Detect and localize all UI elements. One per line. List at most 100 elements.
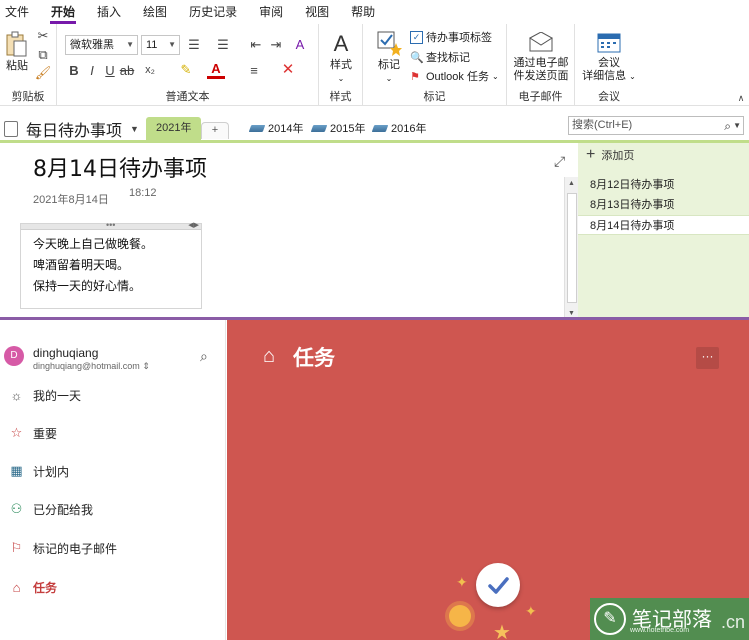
meetings-label-line1[interactable]: 会议 [577, 57, 641, 70]
add-page-label: 添加页 [601, 150, 635, 162]
paste-label[interactable]: 粘贴 [3, 60, 31, 73]
nav-label: 已分配给我 [33, 502, 94, 517]
font-color-icon[interactable]: A [207, 61, 225, 79]
nav-tasks[interactable]: ⌂ 任务 [0, 573, 225, 601]
subscript-icon[interactable]: x₂ [141, 62, 159, 78]
bold-icon[interactable]: B [67, 62, 81, 78]
add-section-button[interactable]: + [201, 122, 229, 139]
search-placeholder: 搜索(Ctrl+E) [572, 119, 633, 131]
section-group-2016[interactable]: 2016年 [371, 120, 426, 136]
checkmark-illustration [476, 563, 520, 607]
delete-icon[interactable]: ✕ [279, 60, 297, 78]
font-size-value: 11 [146, 39, 158, 51]
tab-file[interactable]: 文件 [0, 0, 40, 24]
expand-icon[interactable]: ⤢ [554, 153, 565, 170]
scroll-up-icon[interactable]: ▲ [565, 177, 578, 190]
underline-icon[interactable]: U [103, 62, 117, 78]
tab-home[interactable]: 开始 [40, 0, 86, 24]
email-group-label: 电子邮件 [518, 91, 563, 103]
nav-planned[interactable]: ▦ 计划内 [0, 457, 225, 485]
tab-help[interactable]: 帮助 [340, 0, 386, 24]
checkbox-icon: ✓ [410, 30, 423, 44]
copy-icon[interactable]: ⧉ [36, 47, 50, 62]
cut-icon[interactable]: ✂ [36, 28, 50, 43]
search-icon[interactable]: ⌕ [200, 348, 208, 365]
chevron-down-icon: ▼ [168, 40, 176, 49]
italic-icon[interactable]: I [85, 62, 99, 78]
flag-icon: ⚑ [410, 70, 420, 83]
find-tags-label: 查找标记 [426, 52, 470, 64]
tab-insert[interactable]: 插入 [86, 0, 132, 24]
paste-icon[interactable] [4, 30, 30, 60]
find-tags-button[interactable]: 🔍 查找标记 [410, 49, 470, 65]
meetings-label-line2[interactable]: 详细信息 ⌄ [577, 70, 641, 83]
section-group-2015[interactable]: 2015年 [310, 120, 365, 136]
tab-review[interactable]: 审阅 [248, 0, 294, 24]
highlight-icon[interactable]: ✎ [177, 61, 195, 79]
tag-label[interactable]: 标记 [373, 59, 405, 72]
decrease-indent-icon[interactable]: ⇤ [248, 36, 264, 54]
collapse-ribbon-icon[interactable]: ∧ [735, 92, 747, 104]
strikethrough-icon[interactable]: ab [120, 62, 134, 78]
todo-tag-button[interactable]: ✓ 待办事项标签 [410, 29, 492, 45]
section-tab-2021[interactable]: 2021年 [146, 117, 202, 140]
page-list-item[interactable]: 8月12日待办事项 [578, 175, 749, 195]
scrollbar-thumb[interactable] [567, 193, 577, 303]
add-page-button[interactable]: + 添加页 [586, 146, 634, 164]
numbering-icon[interactable]: ☰ [213, 36, 233, 54]
font-name-combo[interactable]: 微软雅黑 ▼ [65, 35, 138, 55]
tab-draw[interactable]: 绘图 [132, 0, 178, 24]
chevron-down-icon: ▼ [126, 40, 134, 49]
bullets-icon[interactable]: ☰ [184, 36, 204, 54]
page-list-item-selected[interactable]: 8月14日待办事项 [578, 215, 749, 235]
watermark-url: www.notetribe.com [630, 627, 690, 634]
section-group-icon [310, 124, 328, 132]
search-icon[interactable]: ⌕ [724, 118, 731, 135]
ribbon-tab-bar: 文件 开始 插入 绘图 历史记录 审阅 视图 帮助 [0, 0, 749, 24]
clipboard-group: 粘贴 ✂ ⧉ 🖌 剪贴板 [0, 24, 57, 106]
section-group-2014[interactable]: 2014年 [248, 120, 303, 136]
email-label-line2[interactable]: 件发送页面 [509, 70, 573, 83]
user-email[interactable]: dinghuqiang@hotmail.com ⇕ [33, 361, 150, 372]
notebook-bar: 每日待办事项 ▼ 2021年 + 2014年 2015年 2016年 搜索(Ct… [0, 114, 749, 140]
increase-indent-icon[interactable]: ⇥ [268, 36, 284, 54]
note-line[interactable]: 啤酒留着明天喝。 [21, 255, 201, 276]
clear-formatting-icon[interactable]: A [291, 35, 309, 53]
align-icon[interactable]: ≡ [245, 61, 263, 79]
format-painter-icon[interactable]: 🖌 [35, 65, 52, 80]
email-icon[interactable] [528, 30, 554, 54]
note-container-handle[interactable]: ••• ◀▶ [21, 220, 201, 230]
styles-icon[interactable]: A [328, 30, 354, 58]
resize-icon[interactable]: ◀▶ [188, 221, 199, 229]
tab-view[interactable]: 视图 [294, 0, 340, 24]
font-size-combo[interactable]: 11 ▼ [141, 35, 180, 55]
chevron-down-icon[interactable]: ▼ [733, 117, 741, 134]
email-label-line1[interactable]: 通过电子邮 [509, 57, 573, 70]
user-name[interactable]: dinghuqiang [33, 346, 98, 360]
styles-label[interactable]: 样式 [323, 59, 359, 72]
outlook-tasks-button[interactable]: ⚑ Outlook 任务 ⌄ [410, 68, 499, 84]
chevron-down-icon: ⌄ [629, 72, 636, 81]
nav-flagged-email[interactable]: ⚐ 标记的电子邮件 [0, 534, 225, 562]
tag-icon[interactable] [375, 29, 403, 57]
tab-history[interactable]: 历史记录 [178, 0, 248, 24]
nav-my-day[interactable]: ☼ 我的一天 [0, 381, 225, 409]
tags-group: 标记 ⌄ ✓ 待办事项标签 🔍 查找标记 ⚑ Outlook 任务 ⌄ 标记 [363, 24, 507, 106]
more-options-button[interactable]: ··· [696, 347, 719, 369]
note-line[interactable]: 保持一天的好心情。 [21, 276, 201, 297]
calendar-icon[interactable] [596, 30, 622, 54]
nav-important[interactable]: ☆ 重要 [0, 419, 225, 447]
nav-assigned[interactable]: ⚇ 已分配给我 [0, 495, 225, 523]
basic-text-group: 微软雅黑 ▼ 11 ▼ ☰ ☰ ⇤ ⇥ A B I U ab x₂ ✎ A ≡ ✕ … [57, 24, 319, 106]
page-title[interactable]: 8月14日待办事项 [33, 151, 207, 183]
page-date: 2021年8月14日 [33, 194, 109, 206]
note-line[interactable]: 今天晚上自己做晚餐。 [21, 234, 201, 255]
page-canvas[interactable]: 8月14日待办事项 2021年8月14日 18:12 ⤢ ••• ◀▶ 今天晚上… [0, 140, 578, 320]
page-list-item[interactable]: 8月13日待办事项 [578, 195, 749, 215]
page-scrollbar[interactable]: ▲ ▼ [564, 177, 578, 320]
search-input[interactable]: 搜索(Ctrl+E) ⌕ ▼ [568, 116, 744, 135]
note-container[interactable]: ••• ◀▶ 今天晚上自己做晚餐。 啤酒留着明天喝。 保持一天的好心情。 [20, 220, 202, 309]
avatar[interactable]: D [4, 346, 24, 366]
notebook-picker[interactable]: 每日待办事项 ▼ [4, 117, 139, 141]
watermark-logo-icon: ✎ [594, 603, 626, 635]
